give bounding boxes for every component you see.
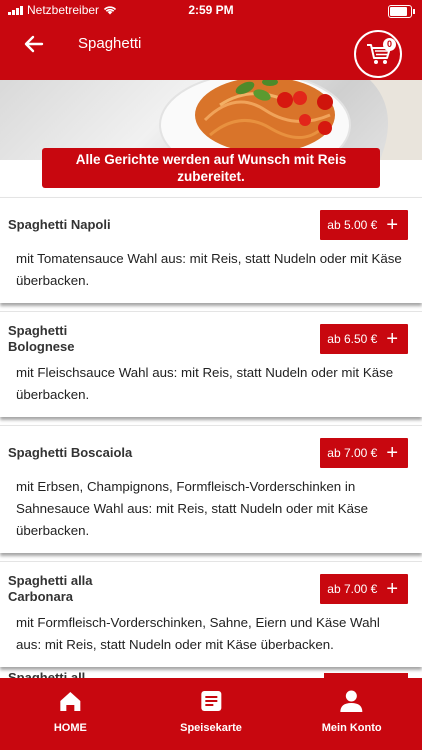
tab-speisekarte[interactable]: Speisekarte	[141, 678, 282, 750]
add-to-cart-button[interactable]: ab 5.00 € +	[320, 210, 408, 240]
battery-icon	[388, 5, 415, 18]
item-price: ab 6.50 €	[327, 332, 378, 346]
item-name: Spaghetti Bolognese	[8, 323, 75, 354]
home-icon	[60, 692, 81, 711]
cart-button[interactable]: 0	[354, 30, 402, 78]
menu-item-card[interactable]: Spaghetti Napoli ab 5.00 € + mit Tomaten…	[0, 197, 422, 303]
item-name: Spaghetti Napoli	[8, 217, 111, 232]
add-to-cart-button[interactable]: ab 6.50 € +	[320, 324, 408, 354]
item-description: mit Formfleisch-Vorderschinken, Sahne, E…	[16, 615, 380, 652]
add-to-cart-button[interactable]: ab 7.00 € +	[320, 438, 408, 468]
rice-notice-banner: Alle Gerichte werden auf Wunsch mit Reis…	[42, 148, 380, 188]
plus-icon: +	[386, 328, 398, 350]
menu-card-icon	[201, 691, 222, 711]
item-name: Spaghetti Boscaiola	[8, 445, 133, 460]
menu-item-list: Spaghetti Napoli ab 5.00 € + mit Tomaten…	[0, 197, 422, 675]
bottom-tab-bar: HOME Speisekarte Mein Konto	[0, 678, 422, 750]
account-icon	[340, 690, 363, 712]
status-bar: Netzbetreiber 2:59 PM	[0, 0, 422, 22]
item-description: mit Erbsen, Champignons, Formfleisch-Vor…	[16, 479, 369, 538]
tab-label: Mein Konto	[321, 722, 382, 734]
item-price: ab 7.00 €	[327, 582, 378, 596]
item-description: mit Tomatensauce Wahl aus: mit Reis, sta…	[16, 251, 402, 288]
item-price: ab 5.00 €	[327, 218, 378, 232]
app-header: Spaghetti 0	[0, 22, 422, 80]
item-description: mit Fleischsauce Wahl aus: mit Reis, sta…	[16, 365, 394, 402]
plus-icon: +	[386, 442, 398, 464]
plus-icon: +	[386, 214, 398, 236]
back-arrow-icon[interactable]	[22, 32, 46, 56]
tab-mein-konto[interactable]: Mein Konto	[281, 678, 422, 750]
plus-icon: +	[386, 578, 398, 600]
item-name: Spaghetti alla Carbonara	[8, 573, 93, 604]
tab-home[interactable]: HOME	[0, 678, 141, 750]
menu-item-card[interactable]: Spaghetti alla Carbonara ab 7.00 € + mit…	[0, 561, 422, 667]
page-title: Spaghetti	[78, 35, 142, 52]
add-to-cart-button[interactable]: ab 7.00 € +	[320, 574, 408, 604]
tab-label: HOME	[53, 722, 87, 734]
menu-item-card[interactable]: Spaghetti Boscaiola ab 7.00 € + mit Erbs…	[0, 425, 422, 553]
cart-count-badge: 0	[383, 38, 396, 51]
item-price: ab 7.00 €	[327, 446, 378, 460]
tab-label: Speisekarte	[180, 722, 242, 734]
menu-item-card[interactable]: Spaghetti Bolognese ab 6.50 € + mit Flei…	[0, 311, 422, 417]
status-time: 2:59 PM	[188, 3, 234, 17]
